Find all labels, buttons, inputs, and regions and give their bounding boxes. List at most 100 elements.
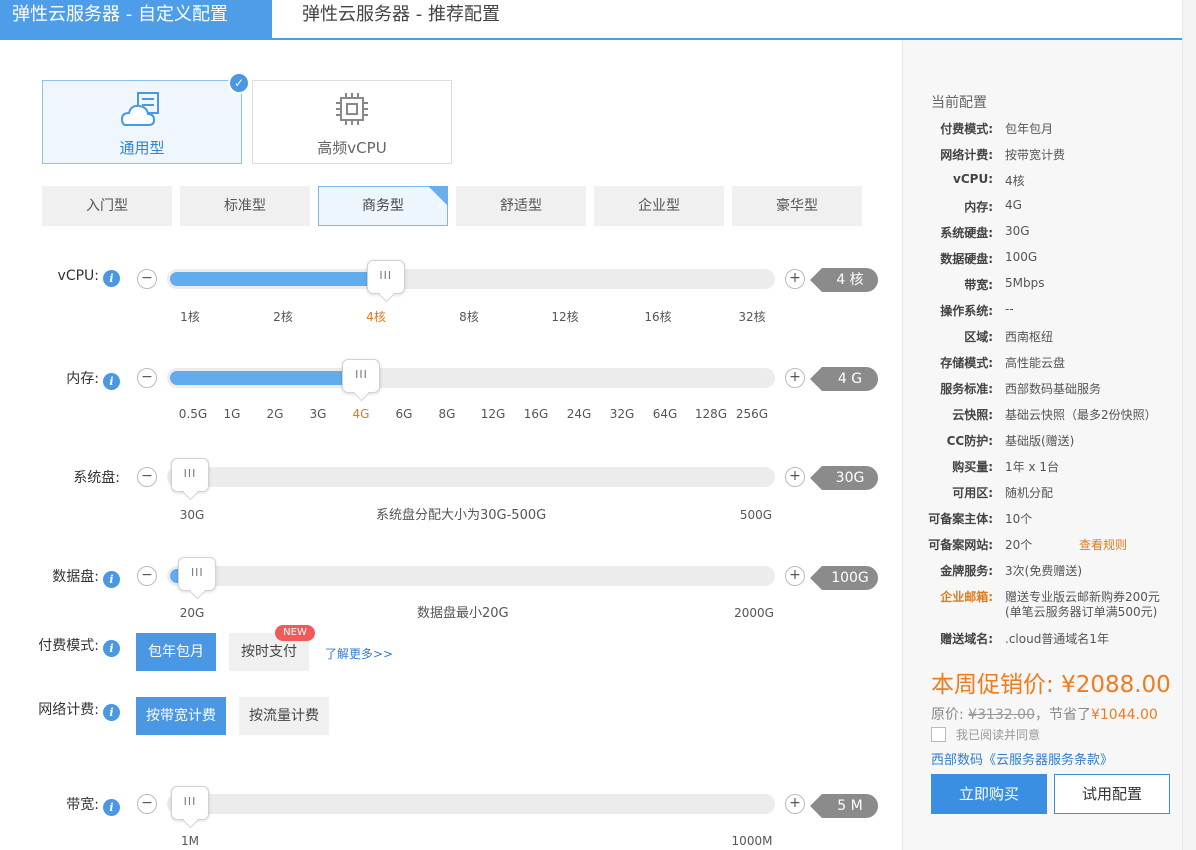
vcpu-slider-fill (170, 272, 380, 286)
spec-key: 带宽: (964, 278, 993, 292)
bandwidth-slider-handle[interactable]: III (171, 786, 209, 820)
promo-label: 本周促销价: (931, 672, 1054, 698)
tick-label: 24G (566, 407, 592, 421)
tick-label: 0.5G (178, 407, 208, 421)
vcpu-value: 4 核 (810, 268, 878, 292)
buy-now-button[interactable]: 立即购买 (931, 774, 1047, 814)
info-icon[interactable]: i (103, 270, 120, 287)
traffic-billing-button[interactable]: 按流量计费 (239, 697, 329, 735)
tier-enterprise[interactable]: 企业型 (594, 186, 724, 226)
promo-amount: ¥2088.00 (1061, 672, 1171, 698)
tick-label: 64G (652, 407, 678, 421)
terms-link[interactable]: 西部数码《云服务器服务条款》 (931, 749, 1113, 768)
check-icon: ✓ (228, 72, 250, 94)
info-icon[interactable]: i (103, 571, 120, 588)
bandwidth-slider[interactable] (167, 794, 775, 814)
system-disk-slider[interactable] (167, 467, 775, 487)
bandwidth-label: 带宽: i (40, 794, 120, 816)
tab-custom-config[interactable]: 弹性云服务器 - 自定义配置 (0, 0, 272, 38)
bandwidth-value: 5 M (810, 794, 878, 818)
bandwidth-increase-button[interactable]: + (785, 794, 805, 814)
bandwidth-decrease-button[interactable]: − (137, 794, 157, 814)
tick-label: 8G (438, 407, 456, 421)
data-disk-label-text: 数据盘: (52, 569, 99, 585)
memory-increase-button[interactable]: + (785, 368, 805, 388)
data-disk-increase-button[interactable]: + (785, 566, 805, 586)
view-rules-link[interactable]: 查看规则 (1079, 536, 1127, 553)
tick-label: 12核 (551, 310, 579, 324)
bandwidth-min: 1M (181, 834, 199, 848)
tick-label: 16核 (644, 310, 672, 324)
data-disk-min: 20G (179, 606, 205, 620)
memory-slider-handle[interactable]: III (342, 359, 381, 393)
vcpu-increase-button[interactable]: + (785, 269, 805, 289)
spec-value-note: (单笔云服务器订单满500元) (1005, 605, 1158, 619)
spec-value: 4G (1005, 198, 1022, 212)
bandwidth-billing-button[interactable]: 按带宽计费 (136, 697, 226, 735)
summary-title: 当前配置 (931, 95, 987, 111)
tier-entry[interactable]: 入门型 (42, 186, 172, 226)
spec-value: 随机分配 (1005, 486, 1054, 500)
info-icon[interactable]: i (103, 704, 120, 721)
spec-value: 西部数码基础服务 (1005, 382, 1102, 396)
spec-key: 购买量: (952, 460, 993, 474)
category-high-freq-label: 高频vCPU (317, 139, 387, 157)
vcpu-label-text: vCPU: (57, 268, 99, 284)
spec-key: 服务标准: (940, 382, 993, 396)
data-disk-decrease-button[interactable]: − (137, 566, 157, 586)
info-icon[interactable]: i (103, 640, 120, 657)
tab-recommended-config[interactable]: 弹性云服务器 - 推荐配置 (290, 0, 550, 38)
category-high-freq[interactable]: 高频vCPU (252, 80, 452, 164)
tier-business[interactable]: 商务型 ✓ (318, 186, 448, 226)
info-icon[interactable]: i (103, 373, 120, 390)
memory-slider[interactable] (167, 368, 775, 388)
data-disk-value: 100G (810, 566, 878, 590)
vcpu-slider[interactable] (167, 269, 775, 289)
original-price: 原价: ¥3132.00，节省了¥1044.00 (931, 704, 1158, 724)
tick-label: 2核 (273, 310, 293, 324)
category-general[interactable]: 通用型 ✓ (42, 72, 250, 164)
tick-label: 128G (694, 407, 728, 421)
spec-value: 包年包月 (1005, 122, 1054, 136)
system-disk-min: 30G (179, 508, 205, 522)
vcpu-slider-handle[interactable]: III (366, 260, 405, 294)
vcpu-label: vCPU: i (40, 268, 120, 287)
agree-checkbox[interactable] (931, 727, 946, 742)
memory-decrease-button[interactable]: − (137, 368, 157, 388)
spec-value: 30G (1005, 224, 1030, 238)
tier-luxury[interactable]: 豪华型 (732, 186, 862, 226)
check-icon: ✓ (437, 201, 445, 211)
tier-comfort[interactable]: 舒适型 (456, 186, 586, 226)
spec-key: 付费模式: (940, 122, 993, 136)
tick-label: 1核 (180, 310, 200, 324)
spec-value: 3次(免费赠送) (1005, 564, 1082, 578)
payment-yearly-button[interactable]: 包年包月 (136, 633, 216, 671)
spec-value: -- (1005, 302, 1014, 316)
tier-standard[interactable]: 标准型 (180, 186, 310, 226)
vcpu-decrease-button[interactable]: − (137, 269, 157, 289)
system-disk-decrease-button[interactable]: − (137, 467, 157, 487)
tick-label: 16G (523, 407, 549, 421)
system-disk-slider-handle[interactable]: III (171, 458, 209, 492)
promo-price: 本周促销价: ¥2088.00 (931, 665, 1171, 699)
bandwidth-max: 1000M (731, 834, 773, 848)
spec-value: 高性能云盘 (1005, 356, 1066, 370)
page-scrollbar[interactable] (1182, 0, 1196, 850)
spec-value: 西南枢纽 (1005, 330, 1054, 344)
data-disk-slider-handle[interactable]: III (178, 557, 217, 591)
cloud-server-icon (43, 91, 241, 129)
tick-label: 4G (352, 407, 370, 421)
spec-value: 5Mbps (1005, 276, 1045, 290)
trial-config-button[interactable]: 试用配置 (1054, 774, 1170, 814)
tick-label: 256G (735, 407, 769, 421)
data-disk-slider[interactable] (167, 566, 775, 586)
tier-business-label: 商务型 (362, 198, 404, 214)
spec-key: vCPU: (953, 172, 993, 186)
learn-more-link[interactable]: 了解更多>> (325, 645, 393, 662)
orig-amount: ¥3132.00 (968, 707, 1035, 723)
system-disk-increase-button[interactable]: + (785, 467, 805, 487)
tick-label: 32G (609, 407, 635, 421)
spec-key: 可备案主体: (928, 512, 993, 526)
tick-label: 32核 (738, 310, 766, 324)
info-icon[interactable]: i (103, 799, 120, 816)
